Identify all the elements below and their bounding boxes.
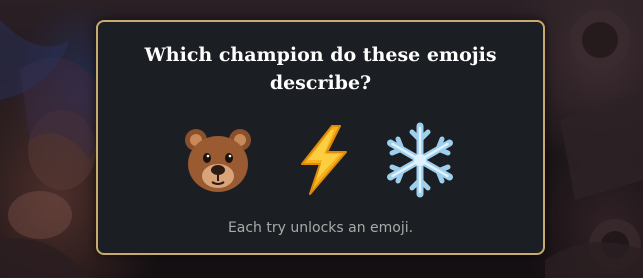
hint-text: Each try unlocks an emoji. bbox=[227, 220, 414, 236]
emoji-quiz-dialog: Which champion do these emojis describe? bbox=[96, 20, 545, 255]
quiz-question: Which champion do these emojis describe? bbox=[144, 44, 497, 94]
lightning-bolt-icon bbox=[284, 120, 364, 200]
bear-face-icon bbox=[178, 120, 258, 200]
snowflake-icon bbox=[380, 120, 460, 200]
emoji-clues bbox=[98, 120, 543, 200]
